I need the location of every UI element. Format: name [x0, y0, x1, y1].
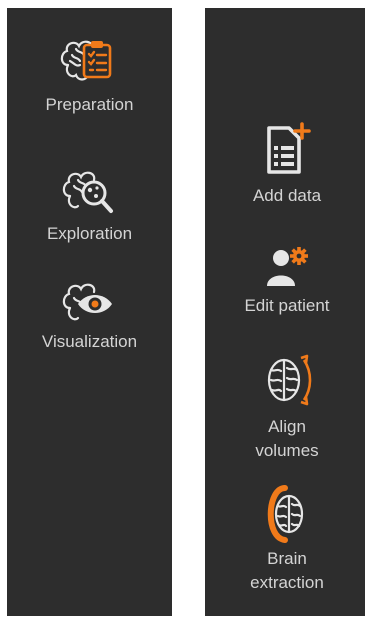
edit-patient-button[interactable]: Edit patient — [205, 244, 365, 317]
exploration-button[interactable]: Exploration — [7, 164, 172, 245]
brain-extraction-icon — [267, 485, 304, 543]
align-volumes-label: Align volumes — [255, 417, 319, 460]
preparation-label: Preparation — [45, 95, 134, 114]
align-volumes-button[interactable]: Align volumes — [205, 346, 365, 463]
brain-extraction-label: Brain extraction — [250, 549, 324, 592]
exploration-label: Exploration — [46, 224, 133, 243]
add-data-label: Add data — [252, 186, 322, 205]
module-panel: Preparation Exploration Visualization — [7, 8, 172, 616]
brain-clipboard-icon — [60, 40, 111, 81]
brain-magnifier-icon — [62, 171, 113, 213]
visualization-label: Visualization — [41, 332, 138, 351]
visualization-button[interactable]: Visualization — [7, 278, 172, 353]
brain-extraction-button[interactable]: Brain extraction — [205, 482, 365, 595]
edit-patient-label: Edit patient — [244, 296, 330, 315]
preparation-button[interactable]: Preparation — [7, 35, 172, 116]
add-data-button[interactable]: Add data — [205, 120, 365, 207]
preparation-tools-panel: Add data Edit patient Align volumes Brai… — [205, 8, 365, 616]
add-document-icon — [267, 122, 311, 174]
brain-eye-icon — [62, 283, 112, 321]
brain-rotate-icon — [267, 354, 312, 406]
user-gear-icon — [267, 247, 308, 286]
